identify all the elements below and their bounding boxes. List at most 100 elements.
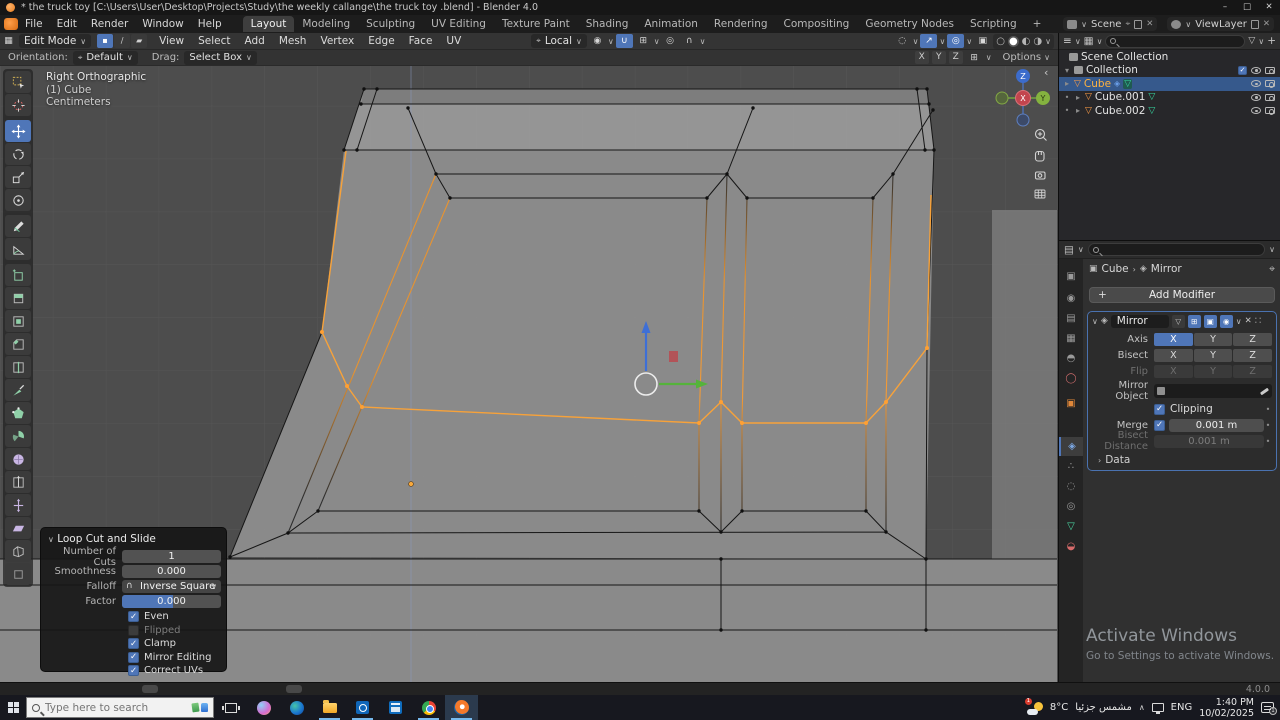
tool-inset-faces-button[interactable] <box>5 310 31 332</box>
material-shading-icon[interactable]: ◐ <box>1022 36 1031 47</box>
mirror-object-field[interactable] <box>1154 384 1272 398</box>
orientation-dropdown[interactable]: ⌖ Default ∨ <box>73 51 138 65</box>
menu-help[interactable]: Help <box>191 18 229 30</box>
task-view-button[interactable] <box>214 695 247 720</box>
tab-view-layer[interactable]: ▦ <box>1059 329 1083 348</box>
flipped-checkbox[interactable]: ✓ <box>128 625 139 636</box>
outliner-row-cube[interactable]: ▸ ▽ Cube ◈ ▽ <box>1059 77 1280 91</box>
snap-magnet-icon[interactable]: ∪ <box>616 34 633 48</box>
menu-add[interactable]: Add <box>238 35 270 47</box>
axis-y-neg-ball[interactable] <box>996 92 1008 104</box>
delete-modifier-icon[interactable]: ✕ <box>1245 316 1252 326</box>
pin-icon[interactable]: ⌖ <box>1269 263 1275 276</box>
snap-base-icon[interactable]: ⊞ <box>966 51 983 65</box>
weather-temp[interactable]: 8°C <box>1050 702 1068 713</box>
axis-x-button[interactable]: X <box>1154 333 1193 346</box>
toggle-edit-mode-icon[interactable]: ⊞ <box>1188 315 1201 328</box>
breadcrumb-object[interactable]: Cube <box>1102 263 1129 275</box>
tab-scene[interactable]: ◓ <box>1059 349 1083 368</box>
camera-visibility-icon[interactable] <box>1265 67 1275 74</box>
add-workspace-button[interactable]: + <box>1025 16 1050 32</box>
camera-visibility-icon[interactable] <box>1265 80 1275 87</box>
flip-z-button[interactable]: Z <box>1233 365 1272 378</box>
drag-dropdown[interactable]: Select Box ∨ <box>184 51 256 65</box>
mirror-z-toggle[interactable]: Z <box>949 51 963 64</box>
drag-handle-icon[interactable]: ∷ <box>1255 315 1262 327</box>
axis-z-neg-ball[interactable] <box>1017 114 1029 126</box>
tab-render[interactable]: ◉ <box>1059 289 1083 308</box>
tool-scale-button[interactable] <box>5 166 31 188</box>
tab-layout[interactable]: Layout <box>243 16 295 32</box>
properties-search-input[interactable] <box>1088 243 1265 256</box>
overlays-toggle-icon[interactable]: ◎ <box>947 34 964 48</box>
eye-icon[interactable] <box>1251 107 1261 114</box>
mirror-modifier-panel[interactable]: ∨ ◈ Mirror ▽ ⊞ ▣ ◉ ∨ ✕ ∷ Axis X Y Z <box>1087 311 1277 471</box>
tab-geometry-nodes[interactable]: Geometry Nodes <box>857 16 962 32</box>
modifier-name-field[interactable]: Mirror <box>1111 315 1169 328</box>
solid-shading-icon[interactable]: ● <box>1008 36 1019 47</box>
close-button[interactable]: ✕ <box>1258 0 1280 15</box>
toggle-realtime-icon[interactable]: ▣ <box>1204 315 1217 328</box>
show-object-types-icon[interactable]: ◌ <box>894 34 911 48</box>
add-modifier-button[interactable]: + Add Modifier <box>1089 287 1275 303</box>
new-scene-icon[interactable] <box>1134 20 1142 29</box>
transform-orientation-dropdown[interactable]: ⌖ Local ∨ <box>531 34 587 48</box>
correct-uvs-checkbox[interactable]: ✓ <box>128 665 139 676</box>
menu-vertex[interactable]: Vertex <box>314 35 360 47</box>
outliner-display-mode-icon[interactable]: ≡ <box>1063 35 1072 47</box>
tool-smooth-button[interactable] <box>5 448 31 470</box>
new-collection-icon[interactable]: + <box>1267 35 1276 47</box>
bisect-x-button[interactable]: X <box>1154 349 1193 362</box>
menu-uv[interactable]: UV <box>440 35 467 47</box>
edge-select-button[interactable]: ∕ <box>114 34 130 48</box>
outliner-row-cube-001[interactable]: • ▸ ▽ Cube.001 ▽ <box>1059 91 1280 105</box>
toggle-render-off-icon[interactable]: ▽ <box>1172 315 1185 328</box>
tab-constraints[interactable]: ◎ <box>1059 497 1083 516</box>
falloff-curve-icon[interactable]: ∩ <box>681 34 698 48</box>
tool-transform-button[interactable] <box>5 189 31 211</box>
language-indicator[interactable]: ENG <box>1171 702 1193 713</box>
snap-settings-icon[interactable]: ⊞ <box>635 34 652 48</box>
tab-scripting[interactable]: Scripting <box>962 16 1025 32</box>
file-explorer-button[interactable] <box>313 695 346 720</box>
vertex-select-button[interactable]: ▪ <box>97 34 113 48</box>
tab-uv-editing[interactable]: UV Editing <box>423 16 494 32</box>
clipping-checkbox[interactable]: ✓ <box>1154 404 1165 415</box>
collection-checkbox[interactable]: ✓ <box>1238 66 1247 75</box>
funnel-filter-icon[interactable]: ▽ <box>1248 36 1255 46</box>
tool-add-cube-button[interactable] <box>5 264 31 286</box>
camera-visibility-icon[interactable] <box>1265 107 1275 114</box>
merge-checkbox[interactable]: ✓ <box>1154 420 1165 431</box>
tab-material[interactable]: ◒ <box>1059 537 1083 556</box>
tab-tool[interactable]: ▣ <box>1059 267 1083 286</box>
mirror-x-toggle[interactable]: X <box>915 51 929 64</box>
delete-scene-icon[interactable]: ✕ <box>1146 19 1153 29</box>
operator-panel-title[interactable]: ∨ Loop Cut and Slide <box>48 533 221 545</box>
notification-center-icon[interactable]: 1 <box>1261 702 1274 713</box>
tool-extrude-region-button[interactable] <box>5 287 31 309</box>
weather-icon[interactable]: 1 <box>1027 701 1043 715</box>
tab-object[interactable]: ▣ <box>1059 394 1083 413</box>
eye-icon[interactable] <box>1251 67 1261 74</box>
outliner-search-input[interactable] <box>1105 35 1245 48</box>
axis-y-button[interactable]: Y <box>1194 333 1233 346</box>
scene-selector[interactable]: ∨ Scene ⌖ ✕ <box>1063 17 1157 31</box>
tool-poly-build-button[interactable] <box>5 402 31 424</box>
tab-compositing[interactable]: Compositing <box>776 16 858 32</box>
tab-sculpting[interactable]: Sculpting <box>358 16 423 32</box>
bisect-y-button[interactable]: Y <box>1194 349 1233 362</box>
tool-edge-slide-button[interactable] <box>5 471 31 493</box>
flip-y-button[interactable]: Y <box>1194 365 1233 378</box>
weather-desc[interactable]: مشمس جزئيا <box>1075 702 1132 713</box>
edge-button[interactable] <box>280 695 313 720</box>
menu-file[interactable]: File <box>18 18 50 30</box>
bisect-z-button[interactable]: Z <box>1233 349 1272 362</box>
network-icon[interactable] <box>1152 703 1164 712</box>
tool-bevel-button[interactable] <box>5 333 31 355</box>
gizmo-x-handle[interactable] <box>669 351 678 362</box>
store-button[interactable] <box>379 695 412 720</box>
tool-rotate-button[interactable] <box>5 143 31 165</box>
menu-edit[interactable]: Edit <box>50 18 84 30</box>
outliner-row-cube-002[interactable]: • ▸ ▽ Cube.002 ▽ <box>1059 104 1280 118</box>
tab-animation[interactable]: Animation <box>636 16 706 32</box>
